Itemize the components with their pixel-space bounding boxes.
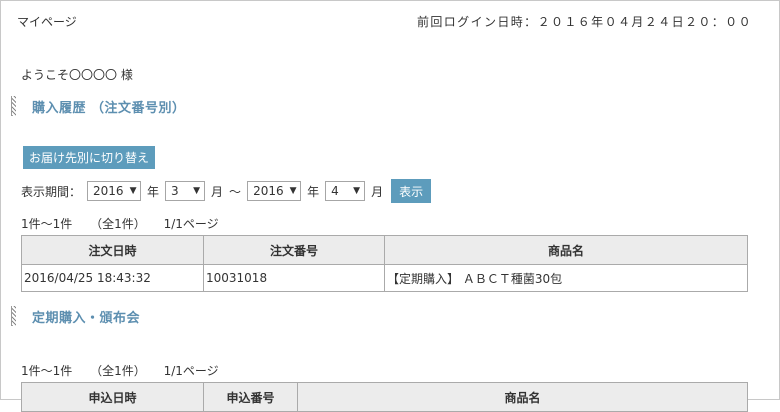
chevron-down-icon: ▼ [129, 186, 137, 196]
range-tilde: ～ [229, 184, 242, 199]
column-header: 注文日時 [21, 235, 204, 265]
chevron-down-icon: ▼ [193, 186, 201, 196]
column-header: 商品名 [297, 382, 748, 412]
count-page: 1/1ページ [163, 217, 219, 231]
from-year-select[interactable]: 2016 ▼ [87, 181, 142, 201]
switch-to-destination-button[interactable]: お届け先別に切り替え [23, 146, 156, 169]
table-header-row: 注文日時 注文番号 商品名 [21, 235, 748, 265]
welcome-message: ようこそ〇〇〇〇 様 [21, 68, 133, 82]
period-filter: 表示期間： 2016 ▼ 年 3 ▼ 月 ～ 2016 ▼ 年 4 ▼ 月 表示 [21, 179, 432, 203]
heading-marker [11, 306, 16, 326]
column-header: 注文番号 [203, 235, 385, 265]
top-bar: マイページ 前回ログイン日時：２０１６年０４月２４日２０：００ [17, 12, 752, 30]
column-header: 商品名 [384, 235, 748, 265]
month-unit: 月 [211, 184, 224, 199]
subscription-title: 定期購入・頒布会 [32, 310, 141, 326]
to-year-select[interactable]: 2016 ▼ [247, 181, 302, 201]
from-month-value: 3 [171, 184, 179, 198]
order-number-cell[interactable]: 10031018 [203, 264, 385, 292]
show-button[interactable]: 表示 [391, 179, 432, 203]
table-header-row: 申込日時 申込番号 商品名 [21, 382, 748, 412]
count-total: （全1件） [90, 217, 146, 231]
purchase-history-heading: 購入履歴 （注文番号別） [11, 96, 186, 116]
product-name-cell: 【定期購入】 ＡＢＣＴ種菌30包 [384, 264, 748, 292]
column-header: 申込日時 [21, 382, 204, 412]
count-range: 1件～1件 [21, 217, 73, 231]
subscription-table: 申込日時 申込番号 商品名 [21, 382, 748, 412]
purchase-history-title: 購入履歴 （注文番号別） [32, 100, 186, 116]
month-unit: 月 [371, 184, 384, 199]
heading-marker [11, 96, 16, 116]
count-total: （全1件） [90, 364, 146, 378]
from-year-value: 2016 [93, 184, 124, 198]
last-login-text: 前回ログイン日時：２０１６年０４月２４日２０：００ [416, 14, 752, 29]
page-name: マイページ [17, 14, 77, 29]
purchase-count: 1件～1件 （全1件） 1/1ページ [21, 215, 233, 232]
to-month-select[interactable]: 4 ▼ [325, 181, 366, 201]
to-year-value: 2016 [253, 184, 284, 198]
chevron-down-icon: ▼ [289, 186, 297, 196]
subscription-count: 1件～1件 （全1件） 1/1ページ [21, 362, 233, 379]
subscription-heading: 定期購入・頒布会 [11, 306, 140, 326]
to-month-value: 4 [331, 184, 339, 198]
column-header: 申込番号 [203, 382, 298, 412]
year-unit: 年 [147, 184, 160, 199]
chevron-down-icon: ▼ [353, 186, 361, 196]
count-page: 1/1ページ [163, 364, 219, 378]
from-month-select[interactable]: 3 ▼ [165, 181, 206, 201]
count-range: 1件～1件 [21, 364, 73, 378]
order-date-cell: 2016/04/25 18:43:32 [21, 264, 204, 292]
table-row[interactable]: 2016/04/25 18:43:32 10031018 【定期購入】 ＡＢＣＴ… [21, 264, 748, 292]
year-unit: 年 [307, 184, 320, 199]
order-table: 注文日時 注文番号 商品名 2016/04/25 18:43:32 100310… [21, 235, 748, 292]
period-label: 表示期間： [21, 184, 82, 199]
